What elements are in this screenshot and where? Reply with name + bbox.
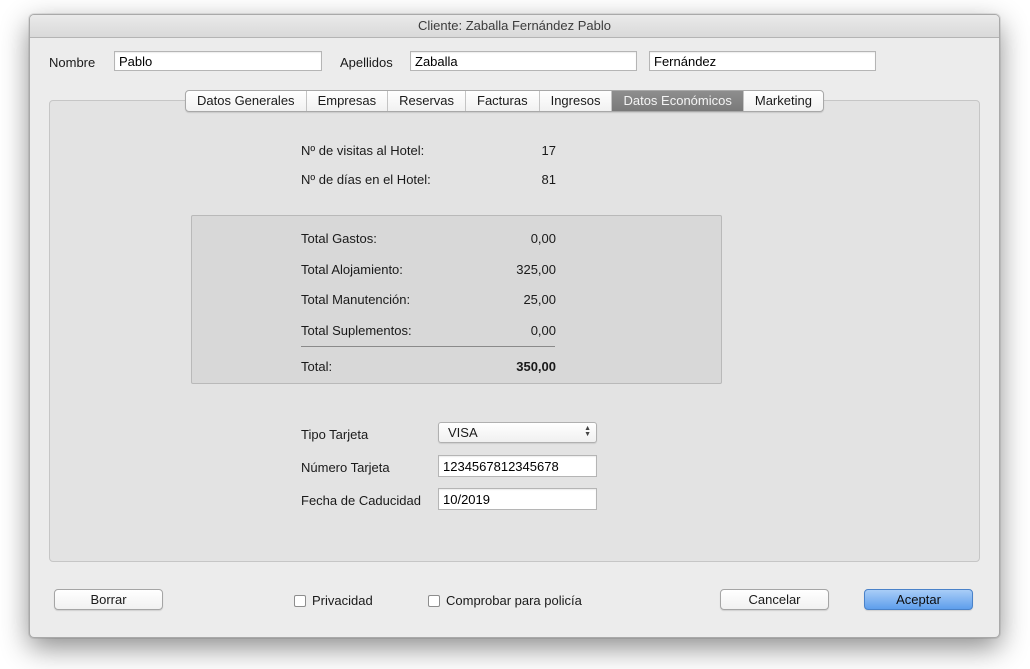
visitas-label: Nº de visitas al Hotel: [301, 143, 425, 158]
tab-bar: Datos Generales Empresas Reservas Factur… [185, 90, 824, 112]
borrar-button[interactable]: Borrar [54, 589, 163, 610]
apellido1-field[interactable]: Zaballa [410, 51, 637, 71]
total-value: 350,00 [516, 359, 556, 374]
visitas-value: 17 [541, 143, 556, 158]
tab-marketing[interactable]: Marketing [744, 91, 823, 111]
tab-reservas[interactable]: Reservas [388, 91, 467, 111]
gastos-value: 0,00 [530, 231, 556, 246]
cancelar-button[interactable]: Cancelar [720, 589, 829, 610]
dias-label: Nº de días en el Hotel: [301, 172, 431, 187]
nombre-field[interactable]: Pablo [114, 51, 322, 71]
apellidos-label: Apellidos [340, 55, 393, 70]
privacidad-checkbox[interactable] [294, 595, 306, 607]
policia-label: Comprobar para policía [446, 593, 582, 608]
apellido2-field[interactable]: Fernández [649, 51, 876, 71]
tipo-tarjeta-label: Tipo Tarjeta [301, 427, 369, 442]
total-label: Total: [301, 359, 333, 374]
numero-tarjeta-field[interactable]: 1234567812345678 [438, 455, 597, 477]
alojamiento-label: Total Alojamiento: [301, 262, 403, 277]
suplementos-label: Total Suplementos: [301, 323, 412, 338]
select-arrows-icon: ▲ ▼ [584, 425, 591, 438]
gastos-label: Total Gastos: [301, 231, 377, 246]
fecha-caducidad-field[interactable]: 10/2019 [438, 488, 597, 510]
nombre-label: Nombre [49, 55, 96, 70]
tipo-tarjeta-select[interactable]: VISA ▲ ▼ [438, 422, 597, 443]
window-title: Cliente: Zaballa Fernández Pablo [30, 15, 999, 38]
dias-value: 81 [541, 172, 556, 187]
tipo-tarjeta-value: VISA [448, 425, 478, 440]
privacidad-label: Privacidad [312, 593, 373, 608]
suplementos-value: 0,00 [530, 323, 556, 338]
manutencion-label: Total Manutención: [301, 292, 411, 307]
manutencion-value: 25,00 [523, 292, 556, 307]
totals-divider [301, 346, 555, 347]
tab-datos-generales[interactable]: Datos Generales [186, 91, 307, 111]
tab-ingresos[interactable]: Ingresos [540, 91, 613, 111]
tab-facturas[interactable]: Facturas [466, 91, 540, 111]
numero-tarjeta-label: Número Tarjeta [301, 460, 390, 475]
aceptar-button[interactable]: Aceptar [864, 589, 973, 610]
policia-checkbox[interactable] [428, 595, 440, 607]
tab-datos-economicos[interactable]: Datos Económicos [612, 91, 744, 111]
alojamiento-value: 325,00 [516, 262, 556, 277]
tab-empresas[interactable]: Empresas [307, 91, 389, 111]
totals-box [191, 215, 722, 384]
client-window: Cliente: Zaballa Fernández Pablo Nombre … [29, 14, 1000, 638]
fecha-caducidad-label: Fecha de Caducidad [301, 493, 421, 508]
